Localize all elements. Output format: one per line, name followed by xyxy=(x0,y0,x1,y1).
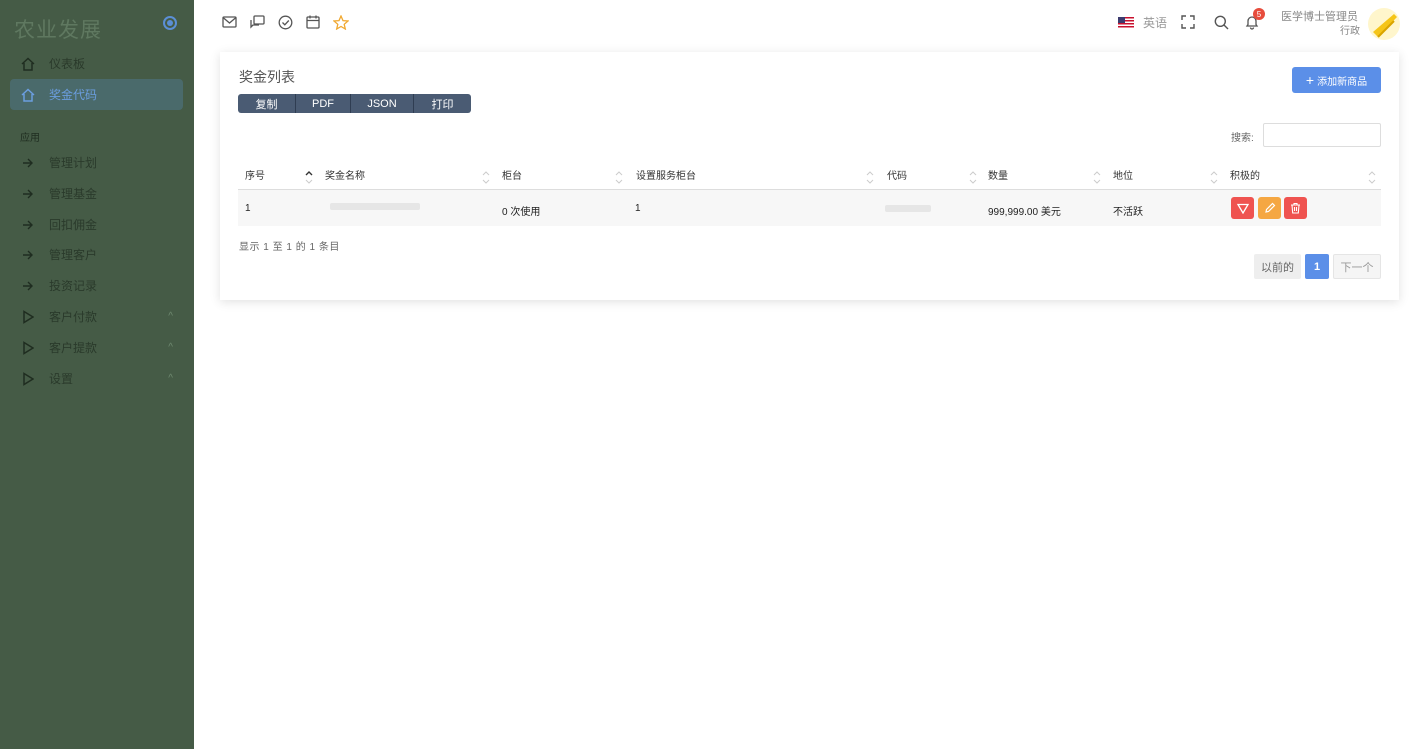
sidebar-item-label: 管理计划 xyxy=(49,156,98,170)
sort-icon[interactable] xyxy=(1093,170,1101,185)
pdf-button[interactable]: PDF xyxy=(296,94,351,113)
cell-index: 1 xyxy=(245,203,251,214)
arrow-right-icon xyxy=(20,155,36,171)
sidebar: 农业发展 仪表板 奖金代码 应用 管理计划 管理基金 回扣佣金 管理客户 投资记… xyxy=(0,0,194,749)
notification-badge: 5 xyxy=(1253,8,1265,20)
edit-button[interactable] xyxy=(1258,197,1281,219)
sidebar-item-label: 管理客户 xyxy=(49,248,98,262)
cell-service-counter: 1 xyxy=(635,203,641,214)
play-icon xyxy=(20,371,36,387)
column-header-index[interactable]: 序号 xyxy=(245,167,265,182)
pagination-next-button[interactable]: 下一个 xyxy=(1333,254,1381,279)
table-info: 显示 1 至 1 的 1 条目 xyxy=(239,242,340,253)
sidebar-item-label: 回扣佣金 xyxy=(49,218,98,232)
column-header-service-counter[interactable]: 设置服务柜台 xyxy=(636,167,696,182)
print-button[interactable]: 打印 xyxy=(414,94,471,113)
sidebar-item-customer-payments[interactable]: 客户付款 ^ xyxy=(10,301,183,332)
mail-icon[interactable] xyxy=(220,13,238,31)
sort-icon[interactable] xyxy=(969,170,977,185)
sort-icon[interactable] xyxy=(1368,170,1376,185)
column-header-status[interactable]: 地位 xyxy=(1113,167,1133,182)
sidebar-section-label: 应用 xyxy=(20,133,40,144)
sidebar-item-label: 客户提款 xyxy=(49,341,98,355)
arrow-right-icon xyxy=(20,217,36,233)
sort-icon[interactable] xyxy=(1210,170,1218,185)
sidebar-item-dashboard[interactable]: 仪表板 xyxy=(10,48,183,79)
export-button-group: 复制 PDF JSON 打印 xyxy=(238,94,471,113)
sort-icon[interactable] xyxy=(482,170,490,185)
copy-button[interactable]: 复制 xyxy=(238,94,296,113)
us-flag-icon xyxy=(1118,17,1134,28)
cell-counter: 0 次使用 xyxy=(502,207,541,218)
column-header-amount[interactable]: 数量 xyxy=(988,167,1008,182)
triangle-down-icon xyxy=(1236,203,1249,214)
pagination-prev-button[interactable]: 以前的 xyxy=(1254,254,1301,279)
deactivate-button[interactable] xyxy=(1231,197,1254,219)
sidebar-item-label: 客户付款 xyxy=(49,310,98,324)
chevron-up-icon: ^ xyxy=(168,342,173,353)
sidebar-item-label: 仪表板 xyxy=(49,57,86,71)
sidebar-item-settings[interactable]: 设置 ^ xyxy=(10,363,183,394)
search-input[interactable] xyxy=(1263,123,1381,147)
chat-icon[interactable] xyxy=(248,13,266,31)
sort-icon[interactable] xyxy=(615,170,623,185)
pencil-icon xyxy=(1264,202,1275,213)
sort-asc-icon[interactable] xyxy=(305,170,313,185)
bonus-list-card: 奖金列表 + 添加新商品 复制 PDF JSON 打印 搜索: 序号 奖金名称 … xyxy=(220,52,1399,300)
column-header-active[interactable]: 积极的 xyxy=(1230,167,1260,182)
sidebar-item-manage-funds[interactable]: 管理基金 xyxy=(10,178,183,209)
fullscreen-icon[interactable] xyxy=(1179,13,1197,31)
play-icon xyxy=(20,309,36,325)
sidebar-item-manage-customers[interactable]: 管理客户 xyxy=(10,239,183,270)
user-role: 行政 xyxy=(1340,26,1360,37)
sidebar-item-investment-records[interactable]: 投资记录 xyxy=(10,270,183,301)
brand-logo-text[interactable]: 农业发展 xyxy=(14,14,102,44)
trash-icon xyxy=(1291,202,1300,214)
play-icon xyxy=(20,340,36,356)
home-icon xyxy=(20,56,36,72)
sidebar-item-manage-plans[interactable]: 管理计划 xyxy=(10,147,183,178)
search-icon[interactable] xyxy=(1212,13,1230,31)
arrow-right-icon xyxy=(20,186,36,202)
add-new-item-button[interactable]: + 添加新商品 xyxy=(1292,67,1381,93)
cell-status: 不活跃 xyxy=(1113,207,1143,218)
sidebar-item-label: 设置 xyxy=(49,372,74,386)
redacted-code xyxy=(885,205,931,212)
search-label: 搜索: xyxy=(1231,133,1254,144)
chevron-up-icon: ^ xyxy=(168,373,173,384)
cell-amount: 999,999.00 美元 xyxy=(988,207,1061,218)
sort-icon[interactable] xyxy=(866,170,874,185)
arrow-right-icon xyxy=(20,278,36,294)
add-button-label: 添加新商品 xyxy=(1317,76,1368,88)
column-header-counter[interactable]: 柜台 xyxy=(502,167,522,182)
sidebar-item-rebate-commission[interactable]: 回扣佣金 xyxy=(10,209,183,240)
avatar[interactable] xyxy=(1368,8,1400,40)
card-title: 奖金列表 xyxy=(239,69,295,85)
calendar-icon[interactable] xyxy=(304,13,322,31)
sidebar-toggle-icon[interactable] xyxy=(163,16,177,30)
plus-icon: + xyxy=(1305,72,1315,88)
star-icon[interactable] xyxy=(332,13,350,31)
check-circle-icon[interactable] xyxy=(276,13,294,31)
sidebar-item-label: 奖金代码 xyxy=(49,88,98,102)
sidebar-item-bonus-code[interactable]: 奖金代码 xyxy=(10,79,183,110)
sidebar-item-label: 投资记录 xyxy=(49,279,98,293)
home-icon xyxy=(20,87,36,103)
column-header-code[interactable]: 代码 xyxy=(887,167,907,182)
pagination-page-1[interactable]: 1 xyxy=(1305,254,1329,279)
sidebar-item-label: 管理基金 xyxy=(49,187,98,201)
arrow-right-icon xyxy=(20,247,36,263)
language-selector[interactable]: 英语 xyxy=(1118,14,1167,31)
column-header-bonus-name[interactable]: 奖金名称 xyxy=(325,167,365,182)
json-button[interactable]: JSON xyxy=(351,94,414,113)
delete-button[interactable] xyxy=(1284,197,1307,219)
sidebar-item-customer-withdrawals[interactable]: 客户提款 ^ xyxy=(10,332,183,363)
chevron-up-icon: ^ xyxy=(168,311,173,322)
redacted-bonus-name xyxy=(330,203,420,210)
language-label: 英语 xyxy=(1143,16,1168,30)
